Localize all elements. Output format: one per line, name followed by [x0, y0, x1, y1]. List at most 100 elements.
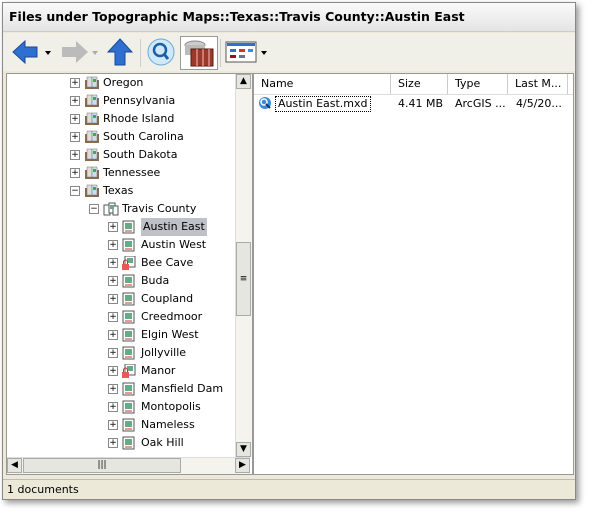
- column-name[interactable]: Name: [254, 74, 391, 94]
- expand-icon[interactable]: +: [70, 114, 80, 124]
- expand-icon[interactable]: +: [70, 96, 80, 106]
- status-bar: 1 documents: [3, 479, 575, 500]
- file-list: Name Size Type Last M... Austin East.mxd…: [253, 73, 574, 475]
- view-options-icon: [225, 41, 267, 63]
- tree-item-state[interactable]: + South Dakota: [70, 146, 177, 164]
- map-icon: [122, 346, 136, 360]
- expand-icon[interactable]: +: [108, 438, 118, 448]
- tree-item-state[interactable]: − Texas: [70, 182, 133, 200]
- map-icon: [122, 292, 136, 306]
- tree-label: Manor: [141, 364, 176, 377]
- tree-item-state[interactable]: + Rhode Island: [70, 110, 174, 128]
- expand-icon[interactable]: +: [108, 258, 118, 268]
- folder-icon: [84, 112, 99, 126]
- expand-icon[interactable]: +: [70, 132, 80, 142]
- expand-icon[interactable]: +: [108, 330, 118, 340]
- expand-icon[interactable]: +: [108, 420, 118, 430]
- window: Files under Topographic Maps::Texas::Tra…: [2, 2, 576, 500]
- folder-icon: [84, 94, 99, 108]
- scroll-thumb[interactable]: ≡: [236, 242, 251, 316]
- expand-icon[interactable]: +: [108, 402, 118, 412]
- expand-icon[interactable]: +: [108, 276, 118, 286]
- expand-icon[interactable]: +: [70, 150, 80, 160]
- tree-item-state[interactable]: + Tennessee: [70, 164, 160, 182]
- tree-item-quad[interactable]: + Nameless: [108, 416, 195, 434]
- collapse-icon[interactable]: −: [70, 186, 80, 196]
- tree-label: Coupland: [141, 292, 194, 305]
- expand-icon[interactable]: +: [108, 384, 118, 394]
- map-icon: [122, 400, 136, 414]
- map-icon: [122, 436, 136, 450]
- column-last-modified[interactable]: Last M...: [508, 74, 568, 94]
- list-header: Name Size Type Last M...: [254, 74, 573, 95]
- tree-label: Buda: [141, 274, 170, 287]
- search-button[interactable]: [145, 36, 177, 68]
- map-icon: [122, 274, 136, 288]
- tree-label: Travis County: [122, 202, 197, 215]
- tree-item-state[interactable]: + Oregon: [70, 74, 143, 92]
- tree-item-quad[interactable]: + Manor: [108, 362, 175, 380]
- locked-map-icon: [122, 363, 136, 378]
- back-button[interactable]: [7, 36, 55, 68]
- collapse-icon[interactable]: −: [89, 204, 99, 214]
- county-folder-icon: [103, 202, 119, 216]
- tree-label: Rhode Island: [103, 112, 175, 125]
- tree-item-county[interactable]: − Travis County: [89, 200, 196, 218]
- tree-vertical-scrollbar[interactable]: ▲ ≡ ▼: [235, 74, 252, 457]
- toolbar: [3, 33, 575, 71]
- expand-icon[interactable]: +: [108, 366, 118, 376]
- scroll-left-button[interactable]: ◀: [7, 458, 22, 473]
- expand-icon[interactable]: +: [70, 78, 80, 88]
- file-name[interactable]: Austin East.mxd: [275, 96, 371, 112]
- tree-item-quad[interactable]: + Buda: [108, 272, 169, 290]
- up-arrow-icon: [106, 38, 134, 66]
- scroll-down-button[interactable]: ▼: [236, 442, 251, 457]
- tree-label: Jollyville: [141, 346, 187, 359]
- tree-item-state[interactable]: + Pennsylvania: [70, 92, 175, 110]
- up-button[interactable]: [105, 36, 135, 68]
- tree-label: Austin West: [141, 238, 207, 251]
- folder-icon: [84, 130, 99, 144]
- expand-icon[interactable]: +: [108, 240, 118, 250]
- tree-item-quad[interactable]: + Montopolis: [108, 398, 201, 416]
- folder-icon: [84, 166, 99, 180]
- column-size[interactable]: Size: [391, 74, 448, 94]
- scroll-right-button[interactable]: ▶: [235, 458, 250, 473]
- tree-item-quad[interactable]: + Jollyville: [108, 344, 186, 362]
- file-modified: 4/5/20...: [516, 97, 562, 110]
- scroll-up-button[interactable]: ▲: [236, 74, 251, 89]
- forward-button[interactable]: [57, 36, 103, 68]
- expand-icon[interactable]: +: [108, 312, 118, 322]
- tree-label: Tennessee: [103, 166, 161, 179]
- tree-label: Oak Hill: [141, 436, 184, 449]
- tree-item-quad[interactable]: + Mansfield Dam: [108, 380, 223, 398]
- tree-item-quad[interactable]: + Coupland: [108, 290, 193, 308]
- folder-icon: [84, 184, 99, 198]
- tree-label: Bee Cave: [141, 256, 194, 269]
- expand-icon[interactable]: +: [108, 348, 118, 358]
- tree-label: South Carolina: [103, 130, 184, 143]
- view-options-button[interactable]: [224, 36, 270, 68]
- tree-label: Montopolis: [141, 400, 201, 413]
- map-icon: [122, 310, 136, 324]
- column-type[interactable]: Type: [448, 74, 508, 94]
- tree-item-quad[interactable]: + Oak Hill: [108, 434, 184, 452]
- file-type: ArcGIS ...: [455, 97, 506, 110]
- tree-item-quad[interactable]: + Bee Cave: [108, 254, 193, 272]
- h-scroll-thumb[interactable]: |||: [23, 458, 181, 473]
- map-icon: [122, 238, 136, 252]
- expand-icon[interactable]: +: [108, 222, 118, 232]
- tree-item-quad[interactable]: + Creedmoor: [108, 308, 202, 326]
- tree-item-quad[interactable]: + Elgin West: [108, 326, 199, 344]
- catalog-icon: [184, 40, 214, 67]
- tree-horizontal-scrollbar[interactable]: ◀ ||| ▶: [7, 457, 250, 474]
- expand-icon[interactable]: +: [70, 168, 80, 178]
- tree-item-quad[interactable]: + Austin East: [108, 218, 207, 236]
- tree-item-state[interactable]: + South Carolina: [70, 128, 184, 146]
- tree-label: Oregon: [103, 76, 144, 89]
- catalog-button[interactable]: [180, 36, 218, 70]
- tree-item-quad[interactable]: + Austin West: [108, 236, 206, 254]
- search-icon: [147, 38, 175, 66]
- file-size: 4.41 MB: [398, 97, 444, 110]
- expand-icon[interactable]: +: [108, 294, 118, 304]
